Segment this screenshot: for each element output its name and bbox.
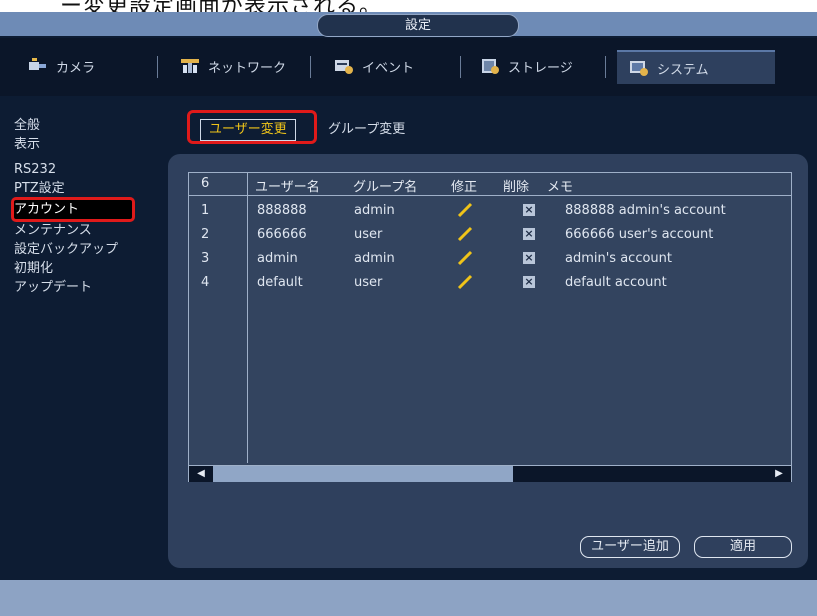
apply-button[interactable]: 適用 [694,536,792,558]
table-row[interactable]: 2 666666 user × 666666 user's account [189,223,791,247]
sidebar-item-update[interactable]: アップデート [14,278,154,297]
row-memo: 888888 admin's account [565,203,726,218]
tab-divider [310,56,311,78]
row-groupname: admin [354,251,395,266]
table-row[interactable]: 4 default user × default account [189,271,791,295]
user-panel: 6 ユーザー名 グループ名 修正 削除 メモ 1 888888 admin × … [168,154,808,568]
row-username: 666666 [257,227,307,242]
network-icon [180,57,200,75]
sidebar-item-general[interactable]: 全般 [14,116,154,135]
sidebar-item-rs232[interactable]: RS232 [14,160,154,179]
table-row[interactable]: 3 admin admin × admin's account [189,247,791,271]
row-username: 888888 [257,203,307,218]
edit-pencil-icon[interactable] [457,226,473,242]
row-groupname: user [354,227,383,242]
dvr-settings-screen: 設定 カメラ ネットワーク イベント ストレージ システム 全般 表示 RS23… [0,12,817,616]
tab-label: カメラ [56,60,96,76]
edit-pencil-icon[interactable] [457,274,473,290]
sidebar-item-display[interactable]: 表示 [14,135,154,154]
header-groupname: グループ名 [353,180,418,195]
table-header: 6 ユーザー名 グループ名 修正 削除 メモ [189,173,791,196]
sidebar-item-default[interactable]: 初期化 [14,259,154,278]
row-username: admin [257,251,298,266]
main-tabs: カメラ ネットワーク イベント ストレージ システム [0,38,817,96]
document-caption-strip: ー変更設定画面が表示される。 [0,0,817,12]
title-bar: 設定 [0,12,817,37]
row-username: default [257,275,303,290]
camera-icon [28,57,48,75]
sidebar-item-maintenance[interactable]: メンテナンス [14,221,154,240]
add-user-button[interactable]: ユーザー追加 [580,536,680,558]
delete-icon[interactable]: × [523,204,535,216]
sidebar-item-backup[interactable]: 設定バックアップ [14,240,154,259]
storage-icon [480,57,500,75]
scroll-right-icon[interactable]: ▶ [767,466,791,482]
tab-label: システム [657,62,709,78]
subtab-user-change[interactable]: ユーザー変更 [200,119,296,141]
tab-label: イベント [362,60,415,76]
header-edit: 修正 [451,180,478,195]
content-area: 全般 表示 RS232 PTZ設定 アカウント メンテナンス 設定バックアップ … [0,96,817,580]
scroll-thumb[interactable] [213,466,513,482]
tab-camera[interactable]: カメラ [28,50,95,82]
event-icon [334,57,354,75]
tab-divider [157,56,158,78]
tab-divider [605,56,606,78]
tab-divider [460,56,461,78]
delete-icon[interactable]: × [523,252,535,264]
sidebar: 全般 表示 RS232 PTZ設定 アカウント メンテナンス 設定バックアップ … [11,116,154,297]
edit-pencil-icon[interactable] [457,202,473,218]
table-row[interactable]: 1 888888 admin × 888888 admin's account [189,199,791,223]
header-username: ユーザー名 [255,180,320,195]
row-groupname: user [354,275,383,290]
tab-event[interactable]: イベント [334,50,414,82]
header-count: 6 [201,176,210,191]
window-title: 設定 [317,14,519,37]
tab-label: ストレージ [508,60,573,76]
edit-pencil-icon[interactable] [457,250,473,266]
sidebar-item-ptz[interactable]: PTZ設定 [14,179,154,198]
bottom-bar [0,580,817,616]
tab-system[interactable]: システム [617,50,775,84]
row-number: 4 [201,275,210,290]
scroll-track[interactable] [513,466,767,482]
scroll-left-icon[interactable]: ◀ [189,466,213,482]
document-caption: ー変更設定画面が表示される。 [60,0,382,12]
row-number: 2 [201,227,210,242]
system-icon [629,59,649,77]
row-memo: default account [565,275,667,290]
tab-network[interactable]: ネットワーク [180,50,286,82]
tab-label: ネットワーク [208,60,287,76]
row-groupname: admin [354,203,395,218]
subtab-group-change[interactable]: グループ変更 [328,118,405,137]
horizontal-scrollbar[interactable]: ◀ ▶ [189,465,791,482]
delete-icon[interactable]: × [523,228,535,240]
header-memo: メモ [547,180,574,195]
sidebar-item-account[interactable]: アカウント [11,197,135,222]
row-memo: admin's account [565,251,673,266]
user-table: 6 ユーザー名 グループ名 修正 削除 メモ 1 888888 admin × … [188,172,792,482]
tab-storage[interactable]: ストレージ [480,50,573,82]
row-number: 1 [201,203,210,218]
row-number: 3 [201,251,210,266]
header-delete: 削除 [503,180,530,195]
delete-icon[interactable]: × [523,276,535,288]
subtab-highlight: ユーザー変更 [187,110,317,144]
row-memo: 666666 user's account [565,227,714,242]
